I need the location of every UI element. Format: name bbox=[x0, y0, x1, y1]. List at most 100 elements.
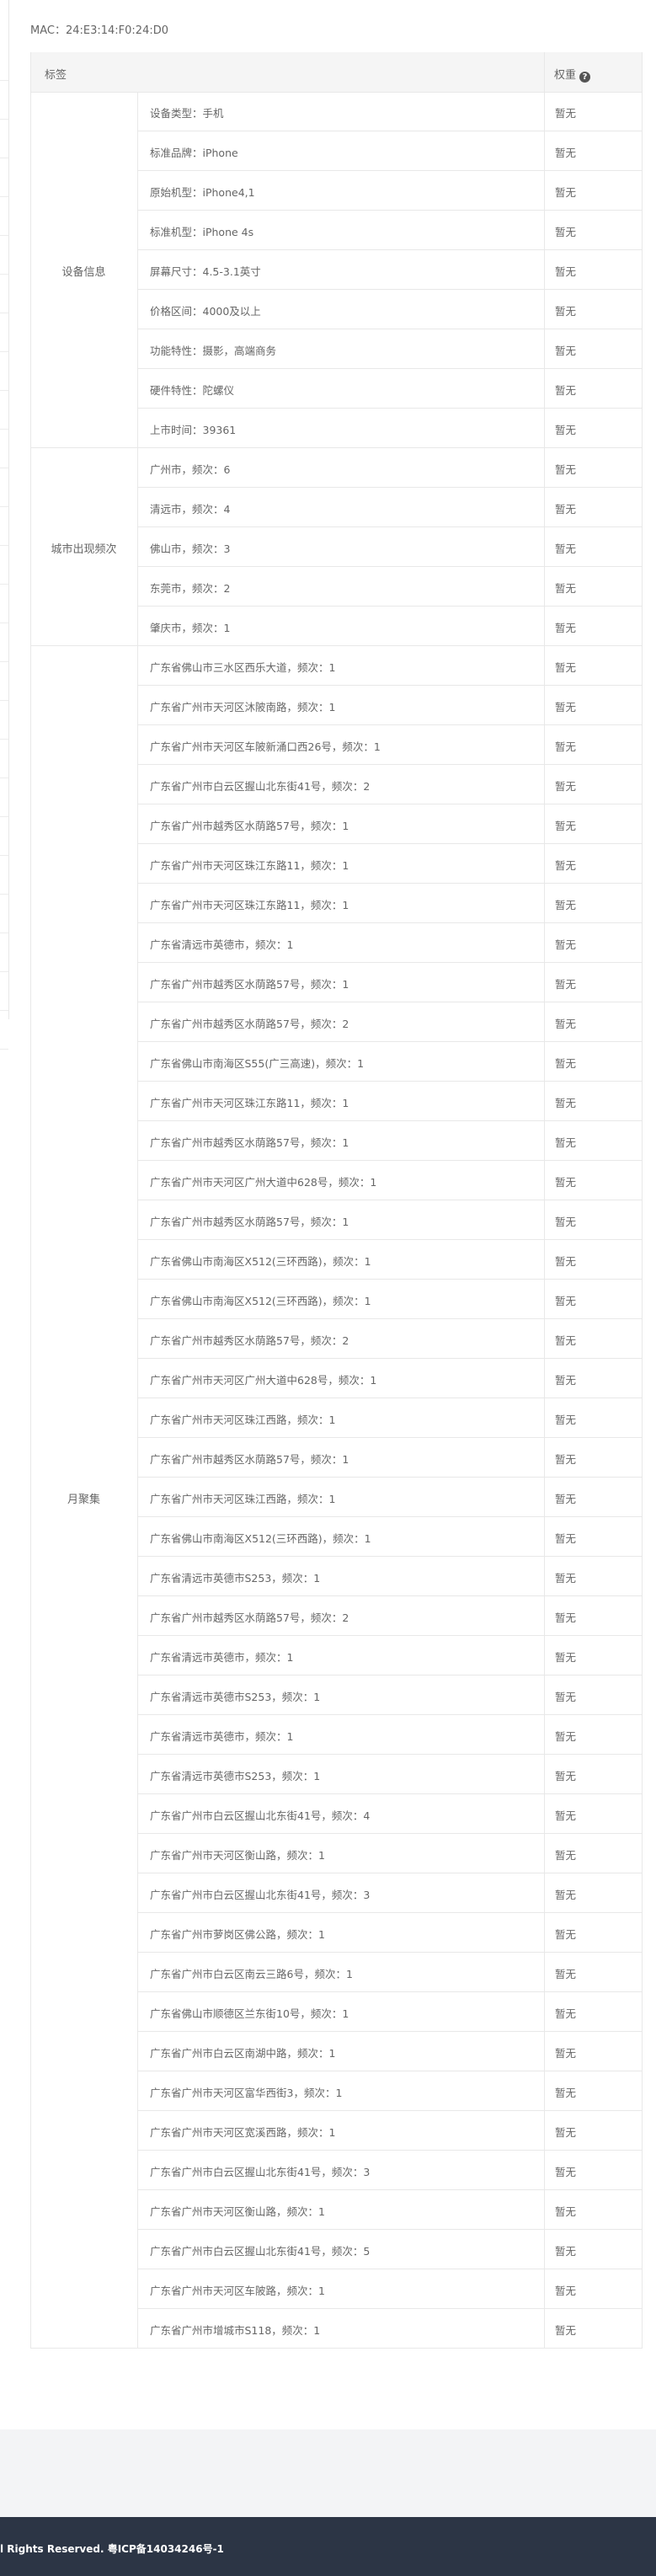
tag-value: 广东省广州市白云区握山北东街41号，频次：5 bbox=[150, 2245, 371, 2258]
tag-value: 广东省清远市英德市，频次：1 bbox=[150, 938, 294, 951]
tag-value: 广东省广州市天河区珠江东路11，频次：1 bbox=[150, 859, 349, 872]
table-row: 硬件特性：陀螺仪 暂无 bbox=[137, 369, 643, 409]
weight-value: 暂无 bbox=[555, 1770, 577, 1782]
weight-value: 暂无 bbox=[555, 899, 577, 911]
tag-value: 广东省佛山市南海区S55(广三高速)，频次：1 bbox=[150, 1057, 365, 1070]
table-row: 广东省广州市白云区南湖中路，频次：1 暂无 bbox=[137, 2032, 643, 2071]
table-row: 广东省广州市天河区广州大道中628号，频次：1 暂无 bbox=[137, 1359, 643, 1398]
rail-divider bbox=[0, 119, 8, 120]
table-row: 功能特性：摄影，高端商务 暂无 bbox=[137, 329, 643, 369]
tag-value: 功能特性：摄影，高端商务 bbox=[150, 345, 277, 357]
question-circle-icon[interactable]: ? bbox=[579, 72, 591, 83]
table-row: 广东省广州市天河区广州大道中628号，频次：1 暂无 bbox=[137, 1161, 643, 1200]
tag-value: 广东省广州市越秀区水荫路57号，频次：1 bbox=[150, 978, 349, 991]
weight-value: 暂无 bbox=[555, 1493, 577, 1505]
table-right-border bbox=[642, 52, 643, 2349]
tag-value: 广东省广州市越秀区水荫路57号，频次：1 bbox=[150, 1453, 349, 1466]
tag-value: 硬件特性：陀螺仪 bbox=[150, 384, 235, 397]
weight-value: 暂无 bbox=[555, 1255, 577, 1268]
tag-value: 广东省广州市白云区握山北东街41号，频次：2 bbox=[150, 780, 371, 793]
weight-value: 暂无 bbox=[555, 820, 577, 832]
footer-copyright: l Rights Reserved. 粤ICP备14034246号-1 bbox=[0, 2543, 224, 2555]
row-group: 设备信息 bbox=[30, 92, 137, 448]
rail-divider bbox=[0, 235, 8, 236]
group-label: 设备信息 bbox=[61, 265, 106, 279]
tag-value: 广州市，频次：6 bbox=[150, 463, 231, 476]
weight-value: 暂无 bbox=[555, 1572, 577, 1585]
weight-value: 暂无 bbox=[555, 226, 577, 238]
table-row: 广东省广州市越秀区水荫路57号，频次：2 暂无 bbox=[137, 1319, 643, 1359]
weight-value: 暂无 bbox=[555, 1295, 577, 1307]
table-row: 清远市，频次：4 暂无 bbox=[137, 488, 643, 527]
table-row: 广东省广州市越秀区水荫路57号，频次：1 暂无 bbox=[137, 963, 643, 1002]
table-row: 广东省广州市天河区珠江西路，频次：1 暂无 bbox=[137, 1398, 643, 1438]
tag-value: 广东省佛山市顺德区兰东街10号，频次：1 bbox=[150, 2007, 349, 2020]
weight-value: 暂无 bbox=[555, 186, 577, 199]
table-header: 标签 权重? bbox=[30, 52, 643, 93]
table-row: 广东省清远市英德市，频次：1 暂无 bbox=[137, 1636, 643, 1675]
weight-value: 暂无 bbox=[555, 978, 577, 991]
tag-value: 广东省广州市白云区握山北东街41号，频次：3 bbox=[150, 1889, 371, 1901]
rail-divider bbox=[0, 700, 8, 701]
rail-divider bbox=[0, 1010, 8, 1011]
tag-value: 广东省广州市越秀区水荫路57号，频次：2 bbox=[150, 1334, 349, 1347]
group-label: 月聚集 bbox=[67, 1493, 100, 1506]
table-row: 佛山市，频次：3 暂无 bbox=[137, 527, 643, 567]
table-row: 广东省广州市越秀区水荫路57号，频次：1 暂无 bbox=[137, 1121, 643, 1161]
header-weight-text: 权重 bbox=[554, 69, 577, 82]
table-row: 广东省广州市越秀区水荫路57号，频次：2 暂无 bbox=[137, 1596, 643, 1636]
tag-value: 广东省广州市天河区富华西街3，频次：1 bbox=[150, 2087, 343, 2099]
weight-value: 暂无 bbox=[555, 1730, 577, 1743]
tag-value: 广东省广州市天河区珠江西路，频次：1 bbox=[150, 1493, 336, 1505]
table-row: 广东省清远市英德市S253，频次：1 暂无 bbox=[137, 1755, 643, 1794]
table-row: 广东省广州市越秀区水荫路57号，频次：1 暂无 bbox=[137, 1438, 643, 1478]
rail-divider bbox=[0, 739, 8, 740]
tag-value: 广东省清远市英德市，频次：1 bbox=[150, 1730, 294, 1743]
table-row: 设备类型：手机 暂无 bbox=[137, 92, 643, 131]
table-row: 广东省广州市萝岗区佛公路，频次：1 暂无 bbox=[137, 1913, 643, 1953]
table-row: 广东省广州市白云区握山北东街41号，频次：4 暂无 bbox=[137, 1794, 643, 1834]
tag-value: 原始机型：iPhone4,1 bbox=[150, 186, 255, 199]
weight-value: 暂无 bbox=[555, 2245, 577, 2258]
rail-divider bbox=[0, 816, 8, 817]
tag-value: 广东省广州市白云区握山北东街41号，频次：4 bbox=[150, 1809, 371, 1822]
table-row: 广东省广州市越秀区水荫路57号，频次：2 暂无 bbox=[137, 1002, 643, 1042]
weight-value: 暂无 bbox=[555, 1611, 577, 1624]
tag-value: 广东省广州市增城市S118，频次：1 bbox=[150, 2324, 321, 2337]
weight-value: 暂无 bbox=[555, 780, 577, 793]
tag-value: 屏幕尺寸：4.5-3.1英寸 bbox=[150, 265, 261, 278]
weight-value: 暂无 bbox=[555, 2126, 577, 2139]
table-row: 广东省广州市白云区南云三路6号，频次：1 暂无 bbox=[137, 1953, 643, 1992]
weight-value: 暂无 bbox=[555, 622, 577, 634]
label-column-divider bbox=[137, 92, 138, 2349]
table-row: 广东省广州市白云区握山北东街41号，频次：5 暂无 bbox=[137, 2230, 643, 2269]
tag-value: 广东省广州市越秀区水荫路57号，频次：2 bbox=[150, 1018, 349, 1030]
table-row: 东莞市，频次：2 暂无 bbox=[137, 567, 643, 607]
weight-value: 暂无 bbox=[555, 582, 577, 595]
rail-divider bbox=[0, 80, 8, 81]
weight-value: 暂无 bbox=[555, 2166, 577, 2178]
tag-value: 佛山市，频次：3 bbox=[150, 542, 231, 555]
rail-divider bbox=[0, 351, 8, 352]
rail-divider bbox=[0, 196, 8, 197]
rail-divider bbox=[0, 545, 8, 546]
weight-value: 暂无 bbox=[555, 1057, 577, 1070]
weight-value: 暂无 bbox=[555, 542, 577, 555]
table-row: 广东省广州市天河区衡山路，频次：1 暂无 bbox=[137, 1834, 643, 1873]
weight-value: 暂无 bbox=[555, 2047, 577, 2060]
table-row: 广东省清远市英德市S253，频次：1 暂无 bbox=[137, 1557, 643, 1596]
weight-value: 暂无 bbox=[555, 2087, 577, 2099]
table-row: 广东省清远市英德市，频次：1 暂无 bbox=[137, 1715, 643, 1755]
tag-value: 价格区间：4000及以上 bbox=[150, 305, 261, 318]
tag-value: 广东省广州市天河区广州大道中628号，频次：1 bbox=[150, 1176, 377, 1189]
weight-value: 暂无 bbox=[555, 1651, 577, 1664]
tag-value: 清远市，频次：4 bbox=[150, 503, 231, 516]
table-row: 广东省佛山市三水区西乐大道，频次：1 暂无 bbox=[137, 646, 643, 686]
table-row: 广东省广州市越秀区水荫路57号，频次：1 暂无 bbox=[137, 1200, 643, 1240]
tag-value: 标准品牌：iPhone bbox=[150, 147, 238, 159]
tag-value: 广东省佛山市南海区X512(三环西路)，频次：1 bbox=[150, 1295, 371, 1307]
table-row: 标准品牌：iPhone 暂无 bbox=[137, 131, 643, 171]
table-row: 广州市，频次：6 暂无 bbox=[137, 448, 643, 488]
table-row: 广东省广州市天河区珠江东路11，频次：1 暂无 bbox=[137, 1082, 643, 1121]
weight-value: 暂无 bbox=[555, 1928, 577, 1941]
